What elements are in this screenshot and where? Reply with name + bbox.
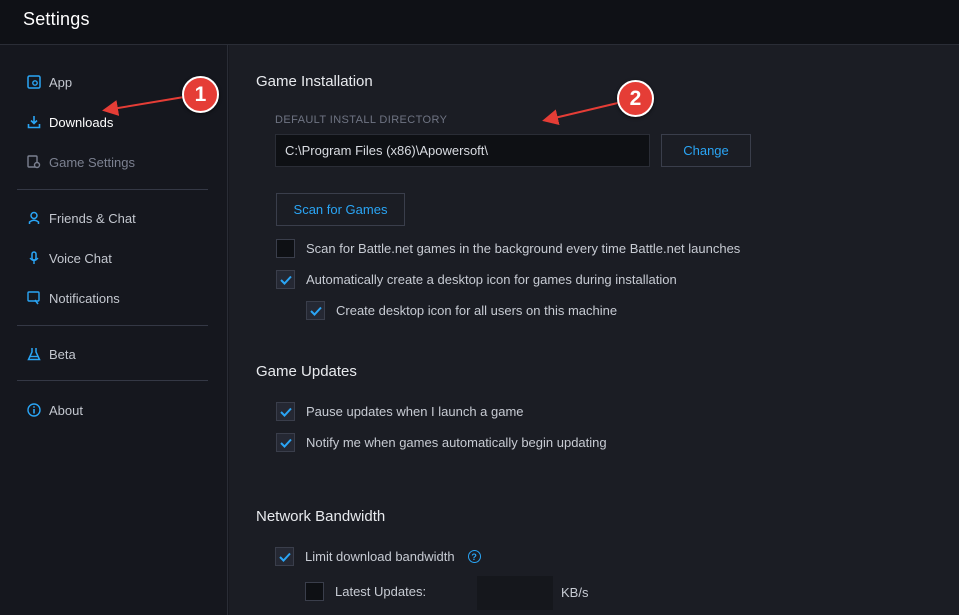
scan-for-games-button[interactable]: Scan for Games [276,193,405,226]
install-directory-label: DEFAULT INSTALL DIRECTORY [275,114,448,126]
settings-content: Game Installation DEFAULT INSTALL DIRECT… [229,45,959,615]
section-title-game-installation: Game Installation [256,73,373,90]
sidebar-item-label: Voice Chat [49,250,112,266]
checkmark-icon [279,407,292,417]
sidebar-item-about[interactable]: About [27,399,83,421]
sidebar-item-label: Downloads [49,114,114,130]
help-icon[interactable]: ? [467,550,481,563]
sidebar-item-label: About [49,402,83,418]
sidebar-divider [17,380,208,381]
sidebar-divider [17,189,208,190]
sidebar-item-label: App [49,74,73,90]
sidebar-item-notifications[interactable]: Notifications [27,287,120,309]
sidebar-item-voice-chat[interactable]: Voice Chat [27,247,112,269]
install-directory-field[interactable]: C:\Program Files (x86)\Apowersoft\ [275,134,650,167]
game-settings-icon [27,155,41,169]
option-label: Scan for Battle.net games in the backgro… [306,241,741,256]
callout-badge-2: 2 [617,80,654,117]
change-directory-button[interactable]: Change [661,134,751,167]
sidebar-item-game-settings[interactable]: Game Settings [27,151,135,173]
option-scan-background: Scan for Battle.net games in the backgro… [276,239,740,258]
checkbox[interactable] [276,402,295,421]
title-bar: Settings [0,0,959,45]
checkbox[interactable] [305,582,324,601]
app-settings-icon [27,75,41,89]
option-limit-bandwidth: Limit download bandwidth ? [275,547,481,566]
checkmark-icon [278,552,291,562]
checkbox[interactable] [276,270,295,289]
callout-badge-1: 1 [182,76,219,113]
checkbox[interactable] [276,433,295,452]
option-desktop-icon-all-users: Create desktop icon for all users on thi… [306,301,617,320]
checkbox[interactable] [275,547,294,566]
sidebar-item-app[interactable]: App [27,71,72,93]
settings-sidebar: App Downloads Game Settings Friends & Ch… [0,45,228,615]
sidebar-item-label: Friends & Chat [49,210,136,226]
notification-icon [27,291,41,305]
sidebar-item-beta[interactable]: Beta [27,343,76,365]
microphone-icon [27,251,41,265]
sidebar-divider [17,325,208,326]
speed-unit: KB/s [561,585,589,600]
download-icon [27,115,41,129]
checkmark-icon [309,306,322,316]
sidebar-item-downloads[interactable]: Downloads [27,111,113,133]
sidebar-item-label: Game Settings [49,154,135,170]
sidebar-item-label: Notifications [49,290,120,306]
latest-updates-speed-input[interactable] [476,575,554,611]
section-title-game-updates: Game Updates [256,363,357,380]
window-title: Settings [23,9,90,29]
option-label: Automatically create a desktop icon for … [306,272,677,287]
beta-flask-icon [27,347,41,361]
checkmark-icon [279,438,292,448]
option-desktop-icon: Automatically create a desktop icon for … [276,270,677,289]
option-label: Create desktop icon for all users on thi… [336,303,618,318]
option-pause-updates: Pause updates when I launch a game [276,402,524,421]
sidebar-item-friends-chat[interactable]: Friends & Chat [27,207,136,229]
option-label: Limit download bandwidth [305,549,455,564]
option-label: Latest Updates: [335,584,427,599]
option-label: Notify me when games automatically begin… [306,435,607,450]
option-latest-updates: Latest Updates: [305,582,426,601]
section-title-network-bandwidth: Network Bandwidth [256,508,386,525]
option-notify-updating: Notify me when games automatically begin… [276,433,607,452]
option-label: Pause updates when I launch a game [306,404,524,419]
checkmark-icon [279,275,292,285]
checkbox[interactable] [306,301,325,320]
sidebar-item-label: Beta [49,346,76,362]
info-icon [27,403,41,417]
checkbox[interactable] [276,239,295,258]
person-icon [27,211,41,225]
